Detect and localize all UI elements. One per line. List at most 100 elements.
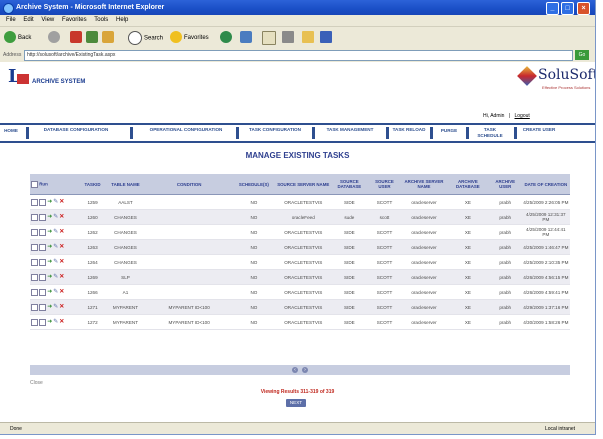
- print-button[interactable]: [282, 31, 296, 45]
- delete-icon[interactable]: ✕: [59, 199, 64, 205]
- nav-create-user[interactable]: CREATE USER: [522, 125, 556, 141]
- nav-purge[interactable]: PURGE: [436, 125, 462, 141]
- pager-next-icon[interactable]: ›: [302, 367, 308, 373]
- delete-icon[interactable]: ✕: [59, 319, 64, 325]
- nav-task-management[interactable]: TASK MANAGEMENT: [318, 125, 382, 141]
- favorites-button[interactable]: Favorites: [170, 31, 209, 45]
- cell-source-user: SCOTT: [368, 224, 401, 240]
- row-select-checkbox[interactable]: [31, 243, 38, 251]
- folder-button[interactable]: [302, 31, 316, 45]
- column-archive-database[interactable]: ARCHIVE DATABASE: [447, 174, 489, 195]
- pager-prev-icon[interactable]: ‹: [292, 367, 298, 373]
- column-source-user[interactable]: SOURCE USER: [368, 174, 401, 195]
- edit-icon[interactable]: ✎: [53, 229, 58, 235]
- edit-icon[interactable]: ✎: [53, 199, 58, 205]
- menu-edit[interactable]: Edit: [23, 17, 33, 23]
- row-select-checkbox[interactable]: [31, 318, 38, 326]
- run-icon[interactable]: ➜: [47, 244, 52, 250]
- cell-date-created: 4/26/2009 4:56:15 PM: [521, 269, 570, 285]
- run-icon[interactable]: ➜: [47, 304, 52, 310]
- maximize-button[interactable]: □: [561, 2, 574, 15]
- edit-icon[interactable]: ✎: [53, 244, 58, 250]
- close-link[interactable]: Close: [30, 380, 43, 386]
- edit-icon[interactable]: ✎: [53, 274, 58, 280]
- menu-tools[interactable]: Tools: [94, 17, 108, 23]
- edit-icon[interactable]: ✎: [53, 319, 58, 325]
- column-archive-server[interactable]: ARCHIVE SERVER NAME: [400, 174, 448, 195]
- messenger-button[interactable]: [320, 31, 334, 45]
- row-select-checkbox[interactable]: [31, 303, 38, 311]
- column-table-name[interactable]: TABLE NAME: [104, 174, 147, 195]
- nav-operational-configuration[interactable]: OPERATIONAL CONFIGURATION: [140, 125, 232, 141]
- delete-icon[interactable]: ✕: [59, 244, 64, 250]
- row-run-checkbox[interactable]: [39, 213, 47, 221]
- menu-favorites[interactable]: Favorites: [62, 17, 87, 23]
- refresh-button[interactable]: [86, 31, 100, 45]
- run-icon[interactable]: ➜: [47, 199, 52, 205]
- delete-icon[interactable]: ✕: [59, 214, 64, 220]
- run-icon[interactable]: ➜: [47, 229, 52, 235]
- address-input[interactable]: http://solusoft/archive/ExistingTask.asp…: [24, 50, 573, 61]
- row-select-checkbox[interactable]: [31, 198, 38, 206]
- row-select-checkbox[interactable]: [31, 213, 38, 221]
- column-taskid[interactable]: TASKID: [80, 174, 105, 195]
- home-button[interactable]: [102, 31, 116, 45]
- menu-help[interactable]: Help: [116, 17, 128, 23]
- media-button[interactable]: [220, 31, 234, 45]
- column-source-database[interactable]: SOURCE DATABASE: [330, 174, 369, 195]
- edit-icon[interactable]: ✎: [53, 214, 58, 220]
- next-button[interactable]: NEXT: [286, 399, 306, 407]
- row-run-checkbox[interactable]: [39, 288, 47, 296]
- forward-button[interactable]: [48, 31, 62, 45]
- delete-icon[interactable]: ✕: [59, 274, 64, 280]
- edit-icon[interactable]: ✎: [53, 259, 58, 265]
- go-button[interactable]: Go: [575, 50, 589, 60]
- column-condition[interactable]: CONDITION: [146, 174, 232, 195]
- run-icon[interactable]: ➜: [47, 289, 52, 295]
- menu-view[interactable]: View: [41, 17, 54, 23]
- edit-icon[interactable]: ✎: [53, 289, 58, 295]
- delete-icon[interactable]: ✕: [59, 304, 64, 310]
- delete-icon[interactable]: ✕: [59, 259, 64, 265]
- nav-home[interactable]: HOME: [0, 125, 22, 141]
- row-select-checkbox[interactable]: [31, 228, 38, 236]
- row-run-checkbox[interactable]: [39, 303, 47, 311]
- history-button[interactable]: [240, 31, 254, 45]
- column-source-server[interactable]: SOURCE SERVER NAME: [275, 174, 331, 195]
- menu-file[interactable]: File: [6, 17, 16, 23]
- mail-button[interactable]: [262, 31, 278, 45]
- nav-task-reload[interactable]: TASK RELOAD: [392, 125, 426, 141]
- nav-task-schedule[interactable]: TASK SCHEDULE: [472, 125, 508, 141]
- row-run-checkbox[interactable]: [39, 258, 47, 266]
- cell-source-user: SCOTT: [368, 299, 401, 315]
- row-select-checkbox[interactable]: [31, 258, 38, 266]
- run-icon[interactable]: ➜: [47, 274, 52, 280]
- delete-icon[interactable]: ✕: [59, 289, 64, 295]
- column-archive-user[interactable]: ARCHIVE USER: [488, 174, 522, 195]
- minimize-button[interactable]: _: [546, 2, 559, 15]
- cell-source-user: SCOTT: [368, 239, 401, 255]
- stop-button[interactable]: [70, 31, 84, 45]
- search-button[interactable]: Search: [128, 31, 163, 45]
- cell-table-name: A1: [104, 284, 147, 300]
- column-date-created[interactable]: DATE OF CREATION: [521, 174, 570, 195]
- row-run-checkbox[interactable]: [39, 243, 47, 251]
- row-select-checkbox[interactable]: [31, 273, 38, 281]
- back-button[interactable]: Back: [4, 31, 31, 45]
- run-icon[interactable]: ➜: [47, 259, 52, 265]
- logout-link[interactable]: Logout: [515, 113, 530, 119]
- select-all-checkbox[interactable]: [31, 180, 38, 188]
- row-run-checkbox[interactable]: [39, 318, 47, 326]
- run-icon[interactable]: ➜: [47, 214, 52, 220]
- column-schedule[interactable]: SCHEDULE(S): [231, 174, 276, 195]
- row-run-checkbox[interactable]: [39, 198, 47, 206]
- run-icon[interactable]: ➜: [47, 319, 52, 325]
- nav-task-configuration[interactable]: TASK CONFIGURATION: [244, 125, 306, 141]
- row-run-checkbox[interactable]: [39, 273, 47, 281]
- row-select-checkbox[interactable]: [31, 288, 38, 296]
- close-window-button[interactable]: ×: [577, 2, 590, 15]
- edit-icon[interactable]: ✎: [53, 304, 58, 310]
- nav-database-configuration[interactable]: DATABASE CONFIGURATION: [32, 125, 120, 141]
- delete-icon[interactable]: ✕: [59, 229, 64, 235]
- row-run-checkbox[interactable]: [39, 228, 47, 236]
